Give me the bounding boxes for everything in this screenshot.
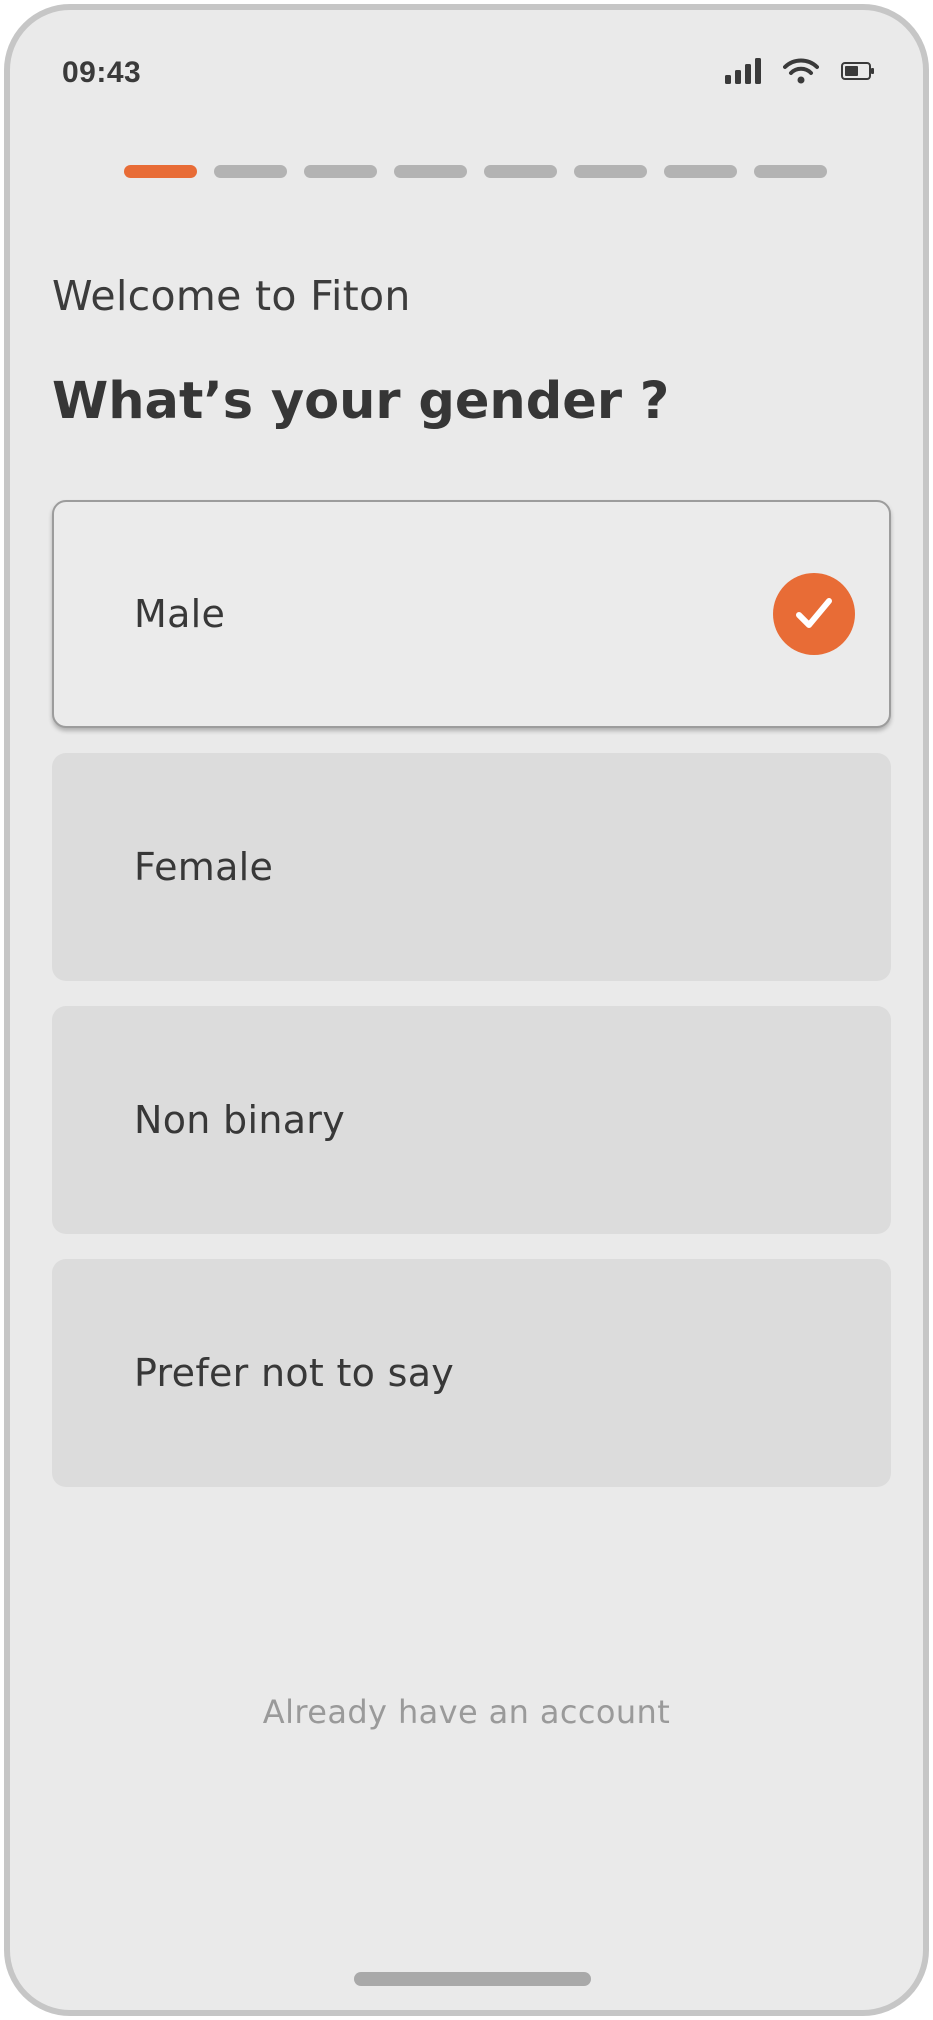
- status-time: 09:43: [62, 56, 142, 89]
- progress-step-7: [664, 165, 737, 178]
- option-label: Female: [134, 845, 274, 889]
- option-label: Prefer not to say: [134, 1351, 455, 1395]
- progress-step-1: [124, 165, 197, 178]
- phone-screen: 09:43 Welcome to Fiton What’s your gende…: [4, 4, 929, 2016]
- option-label: Male: [134, 592, 226, 636]
- progress-step-5: [484, 165, 557, 178]
- option-label: Non binary: [134, 1098, 345, 1142]
- checkmark-icon: [773, 573, 855, 655]
- welcome-text: Welcome to Fiton: [52, 272, 411, 320]
- signal-icon: [725, 58, 761, 84]
- option-female[interactable]: Female: [52, 753, 891, 981]
- option-male[interactable]: Male: [52, 500, 891, 728]
- home-indicator: [354, 1972, 591, 1986]
- gender-options: Male Female Non binary Prefer not to say: [52, 500, 891, 1512]
- login-link[interactable]: Already have an account: [10, 1693, 923, 1731]
- wifi-icon: [783, 58, 819, 84]
- status-icons: [725, 58, 875, 84]
- progress-step-3: [304, 165, 377, 178]
- option-non-binary[interactable]: Non binary: [52, 1006, 891, 1234]
- option-prefer-not-to-say[interactable]: Prefer not to say: [52, 1259, 891, 1487]
- battery-icon: [841, 61, 875, 81]
- page-title: What’s your gender ?: [52, 372, 670, 431]
- progress-step-4: [394, 165, 467, 178]
- progress-step-6: [574, 165, 647, 178]
- progress-indicator: [124, 165, 827, 178]
- progress-step-8: [754, 165, 827, 178]
- progress-step-2: [214, 165, 287, 178]
